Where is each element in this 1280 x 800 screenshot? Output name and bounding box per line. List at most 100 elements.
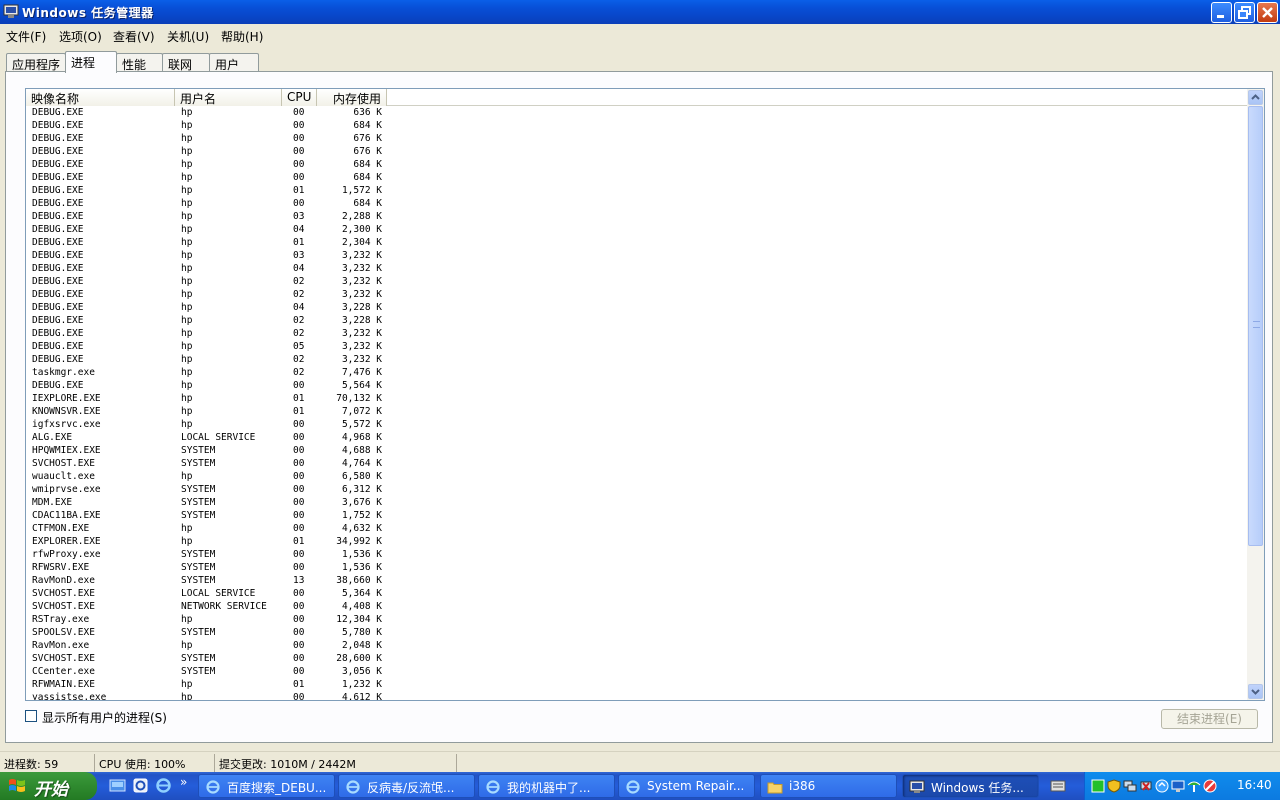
column-user-name[interactable]: 用户名 [175,89,282,106]
taskbar-button-i386[interactable]: i386 [760,774,897,798]
process-cpu: 00 [293,666,305,677]
taskbar-button-antivirus[interactable]: 反病毒/反流氓... [338,774,475,798]
table-row[interactable]: SVCHOST.EXE NETWORK SERVICE 00 4,408 K [26,600,1248,613]
tab-processes[interactable]: 进程 [65,51,117,73]
table-row[interactable]: HPQWMIEX.EXE SYSTEM 00 4,688 K [26,444,1248,457]
end-process-button[interactable]: 结束进程(E) [1161,709,1258,729]
title-bar[interactable]: Windows 任务管理器 [0,0,1280,24]
table-row[interactable]: DEBUG.EXE hp 02 3,232 K [26,327,1248,340]
table-row[interactable]: DEBUG.EXE hp 00 636 K [26,106,1248,119]
table-row[interactable]: rfwProxy.exe SYSTEM 00 1,536 K [26,548,1248,561]
tab-networking[interactable]: 联网 [162,53,210,72]
table-row[interactable]: DEBUG.EXE hp 03 2,288 K [26,210,1248,223]
table-row[interactable]: DEBUG.EXE hp 00 676 K [26,132,1248,145]
table-row[interactable]: RSTray.exe hp 00 12,304 K [26,613,1248,626]
taskbar-button-my-machine[interactable]: 我的机器中了... [478,774,615,798]
rising-antivirus-icon[interactable] [1155,779,1169,793]
restore-button[interactable] [1234,2,1255,23]
table-row[interactable]: DEBUG.EXE hp 04 3,232 K [26,262,1248,275]
column-cpu[interactable]: CPU [282,89,317,106]
close-icon [1262,7,1273,18]
menu-options[interactable]: 选项(O) [59,28,102,45]
table-row[interactable]: DEBUG.EXE hp 02 3,232 K [26,288,1248,301]
process-rows: DEBUG.EXE hp 00 636 K DEBUG.EXE hp 00 684 K DEBU… [26,106,1248,700]
show-desktop-icon[interactable] [109,777,126,794]
table-row[interactable]: RFWMAIN.EXE hp 01 1,232 K [26,678,1248,691]
scroll-up-button[interactable] [1248,90,1263,105]
network-icon[interactable] [1123,779,1137,793]
ie-icon[interactable] [155,777,172,794]
process-list[interactable]: 映像名称 用户名 CPU 内存使用 DEBUG.EXE hp 00 636 K DEBU… [25,88,1265,701]
grip-icon [1253,321,1260,328]
menu-view[interactable]: 查看(V) [113,28,155,45]
taskbar-button-task-manager[interactable]: Windows 任务... [902,774,1039,798]
process-memory: 676 K [353,133,382,144]
network-disconnected-icon[interactable] [1139,779,1153,793]
start-button[interactable]: 开始 [0,772,97,800]
process-user-name: SYSTEM [181,510,216,521]
table-row[interactable]: DEBUG.EXE hp 04 2,300 K [26,223,1248,236]
table-row[interactable]: DEBUG.EXE hp 00 684 K [26,171,1248,184]
table-row[interactable]: DEBUG.EXE hp 02 3,232 K [26,275,1248,288]
close-button[interactable] [1257,2,1278,23]
table-row[interactable]: ALG.EXE LOCAL SERVICE 00 4,968 K [26,431,1248,444]
table-row[interactable]: yassistse.exe hp 00 4,612 K [26,691,1248,700]
table-row[interactable]: DEBUG.EXE hp 00 5,564 K [26,379,1248,392]
column-memory[interactable]: 内存使用 [317,89,387,106]
table-row[interactable]: CTFMON.EXE hp 00 4,632 K [26,522,1248,535]
table-row[interactable]: DEBUG.EXE hp 05 3,232 K [26,340,1248,353]
quick-launch-chevron[interactable]: » [180,775,187,789]
table-row[interactable]: taskmgr.exe hp 02 7,476 K [26,366,1248,379]
table-row[interactable]: RavMonD.exe SYSTEM 13 38,660 K [26,574,1248,587]
table-row[interactable]: wuauclt.exe hp 00 6,580 K [26,470,1248,483]
menu-help[interactable]: 帮助(H) [221,28,263,45]
table-row[interactable]: SVCHOST.EXE LOCAL SERVICE 00 5,364 K [26,587,1248,600]
table-row[interactable]: DEBUG.EXE hp 02 3,232 K [26,353,1248,366]
monitor-icon[interactable] [1171,779,1185,793]
security-shield-icon[interactable] [1107,779,1121,793]
table-row[interactable]: DEBUG.EXE hp 02 3,228 K [26,314,1248,327]
start-label: 开始 [34,780,68,800]
table-row[interactable]: DEBUG.EXE hp 04 3,228 K [26,301,1248,314]
outlook-icon[interactable] [132,777,149,794]
taskbar-button-baidu[interactable]: 百度搜索_DEBU... [198,774,335,798]
tab-users[interactable]: 用户 [209,53,259,72]
table-row[interactable]: IEXPLORE.EXE hp 01 70,132 K [26,392,1248,405]
table-row[interactable]: KNOWNSVR.EXE hp 01 7,072 K [26,405,1248,418]
table-row[interactable]: RFWSRV.EXE SYSTEM 00 1,536 K [26,561,1248,574]
table-row[interactable]: wmiprvse.exe SYSTEM 00 6,312 K [26,483,1248,496]
minimize-button[interactable] [1211,2,1232,23]
blocked-icon[interactable] [1203,779,1217,793]
clock[interactable]: 16:40 [1237,778,1272,792]
table-row[interactable]: DEBUG.EXE hp 00 676 K [26,145,1248,158]
table-row[interactable]: SVCHOST.EXE SYSTEM 00 4,764 K [26,457,1248,470]
tab-performance[interactable]: 性能 [116,53,163,72]
show-all-users-checkbox[interactable] [25,710,37,722]
process-cpu: 00 [293,133,305,144]
taskbar-button-system-repair[interactable]: System Repair... [618,774,755,798]
table-row[interactable]: DEBUG.EXE hp 03 3,232 K [26,249,1248,262]
column-image-name[interactable]: 映像名称 [26,89,175,106]
table-row[interactable]: DEBUG.EXE hp 01 2,304 K [26,236,1248,249]
scroll-down-button[interactable] [1248,684,1263,699]
table-row[interactable]: DEBUG.EXE hp 00 684 K [26,119,1248,132]
firewall-icon[interactable] [1187,779,1201,793]
table-row[interactable]: DEBUG.EXE hp 01 1,572 K [26,184,1248,197]
vertical-scrollbar[interactable] [1247,89,1264,700]
table-row[interactable]: DEBUG.EXE hp 00 684 K [26,197,1248,210]
table-row[interactable]: CDAC11BA.EXE SYSTEM 00 1,752 K [26,509,1248,522]
table-row[interactable]: EXPLORER.EXE hp 01 34,992 K [26,535,1248,548]
menu-file[interactable]: 文件(F) [6,28,46,45]
table-row[interactable]: MDM.EXE SYSTEM 00 3,676 K [26,496,1248,509]
tab-applications[interactable]: 应用程序 [6,53,66,72]
table-row[interactable]: RavMon.exe hp 00 2,048 K [26,639,1248,652]
table-row[interactable]: DEBUG.EXE hp 00 684 K [26,158,1248,171]
menu-shutdown[interactable]: 关机(U) [167,28,209,45]
table-row[interactable]: SVCHOST.EXE SYSTEM 00 28,600 K [26,652,1248,665]
green-status-icon[interactable] [1091,779,1105,793]
table-row[interactable]: SPOOLSV.EXE SYSTEM 00 5,780 K [26,626,1248,639]
keyboard-icon[interactable] [1050,779,1066,793]
table-row[interactable]: igfxsrvc.exe hp 00 5,572 K [26,418,1248,431]
scroll-thumb[interactable] [1248,106,1263,546]
table-row[interactable]: CCenter.exe SYSTEM 00 3,056 K [26,665,1248,678]
